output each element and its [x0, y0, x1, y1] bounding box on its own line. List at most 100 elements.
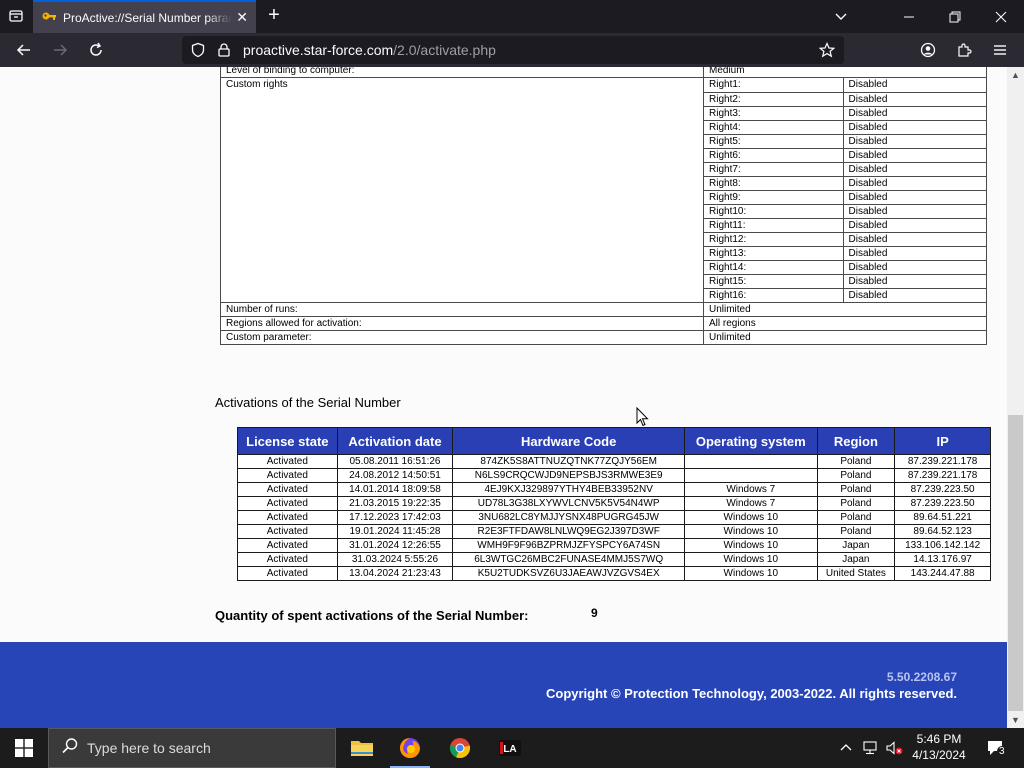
url-path: /2.0/activate.php [393, 42, 496, 58]
right-row: Right1: Disabled [704, 78, 986, 93]
svg-text:LA: LA [503, 744, 516, 755]
right-name: Right7: [704, 162, 844, 177]
table-cell: 87.239.221.178 [894, 454, 991, 469]
column-header: IP [894, 427, 991, 455]
table-row: Activated 17.12.2023 17:42:03 3NU682LC8YMJ… [237, 510, 991, 525]
firefox-icon[interactable] [386, 728, 434, 768]
table-cell: Activated [237, 454, 338, 469]
table-cell: Japan [816, 538, 896, 553]
bookmark-star-icon[interactable] [818, 42, 836, 58]
shield-icon[interactable] [190, 42, 206, 58]
table-cell: Activated [237, 482, 338, 497]
table-cell: Activated [237, 510, 338, 525]
table-cell: Poland [816, 454, 896, 469]
scroll-down-arrow-icon[interactable]: ▼ [1008, 713, 1023, 727]
table-cell: 4EJ9KXJ329897YTHY4BEB33952NV [452, 482, 686, 497]
lock-icon[interactable] [216, 42, 232, 58]
table-cell: Poland [816, 496, 896, 511]
activations-heading: Activations of the Serial Number [215, 395, 401, 410]
volume-muted-icon[interactable] [884, 728, 906, 768]
network-icon[interactable] [860, 728, 882, 768]
reload-icon[interactable] [84, 38, 108, 62]
table-cell [684, 454, 818, 469]
right-row: Right7: Disabled [704, 162, 986, 177]
table-cell: Activated [237, 524, 338, 539]
right-row: Right6: Disabled [704, 148, 986, 163]
table-cell: 87.239.221.178 [894, 468, 991, 483]
extensions-icon[interactable] [952, 38, 976, 62]
table-cell: 31.01.2024 12:26:55 [336, 538, 454, 553]
custom-parameter-value: Unlimited [703, 330, 987, 345]
right-name: Right1: [704, 78, 844, 93]
right-name: Right11: [704, 218, 844, 233]
right-value: Disabled [843, 260, 986, 275]
show-hidden-icons-chevron-icon[interactable] [836, 728, 856, 768]
file-explorer-icon[interactable] [338, 728, 386, 768]
right-row: Right12: Disabled [704, 232, 986, 247]
game-app-icon[interactable]: LA [486, 728, 534, 768]
notifications-icon[interactable]: 3 [978, 728, 1014, 768]
right-row: Right16: Disabled [704, 288, 986, 302]
right-value: Disabled [843, 106, 986, 121]
table-cell: 133.106.142.142 [894, 538, 991, 553]
quantity-value: 9 [591, 606, 598, 620]
table-row: Number of runs: Unlimited [220, 302, 987, 317]
runs-label: Number of runs: [220, 302, 704, 317]
right-value: Disabled [843, 190, 986, 205]
table-cell: Activated [237, 538, 338, 553]
table-cell: 21.03.2015 19:22:35 [336, 496, 454, 511]
scroll-up-arrow-icon[interactable]: ▲ [1008, 68, 1023, 82]
clock-date: 4/13/2024 [912, 748, 966, 762]
table-cell: Activated [237, 468, 338, 483]
address-bar[interactable]: proactive.star-force.com/2.0/activate.ph… [182, 36, 844, 64]
close-window-button[interactable] [978, 0, 1024, 33]
notification-count: 3 [997, 746, 1007, 757]
custom-rights-label: Custom rights [220, 77, 704, 303]
right-name: Right2: [704, 92, 844, 107]
url-domain: proactive.star-force.com [243, 42, 394, 58]
table-cell: 143.244.47.88 [894, 566, 991, 581]
close-tab-icon[interactable]: ✕ [236, 9, 248, 26]
browser-tab-active[interactable]: ProActive://Serial Number paran ✕ [33, 0, 256, 33]
new-tab-button[interactable]: + [262, 4, 286, 28]
chrome-icon[interactable] [436, 728, 484, 768]
table-row: Custom rights Right1: Disabled Right2: Disa… [220, 77, 987, 303]
back-arrow-icon[interactable] [12, 38, 36, 62]
right-name: Right8: [704, 176, 844, 191]
table-row: Activated 14.01.2014 18:09:58 4EJ9KXJ32989… [237, 482, 991, 497]
right-row: Right15: Disabled [704, 274, 986, 289]
table-cell: Poland [816, 482, 896, 497]
windows-taskbar: Type here to search LA 5:46 PM 4/13/2024… [0, 728, 1024, 768]
browser-tab-bar: ProActive://Serial Number paran ✕ + [0, 0, 1024, 33]
column-header: Operating system [684, 427, 818, 455]
tab-list-icon[interactable] [4, 4, 28, 28]
windows-start-icon[interactable] [0, 728, 48, 768]
list-all-tabs-icon[interactable] [818, 0, 864, 33]
table-cell: 6L3WTGC26MBC2FUNASE4MMJ5S7WQ [452, 552, 686, 567]
right-name: Right10: [704, 204, 844, 219]
regions-label: Regions allowed for activation: [220, 316, 704, 331]
menu-icon[interactable] [988, 38, 1012, 62]
minimize-window-button[interactable] [886, 0, 932, 33]
right-value: Disabled [843, 148, 986, 163]
table-cell: 3NU682LC8YMJJYSNX48PUGRG45JW [452, 510, 686, 525]
column-header: Activation date [336, 427, 454, 455]
taskbar-search-box[interactable]: Type here to search [48, 728, 336, 768]
right-row: Right9: Disabled [704, 190, 986, 205]
right-name: Right16: [704, 288, 844, 302]
url-text[interactable]: proactive.star-force.com/2.0/activate.ph… [243, 42, 496, 58]
scrollbar-thumb[interactable] [1008, 415, 1023, 711]
taskbar-clock[interactable]: 5:46 PM 4/13/2024 [906, 731, 972, 763]
right-row: Right13: Disabled [704, 246, 986, 261]
table-cell [684, 468, 818, 483]
browser-navigation-bar: proactive.star-force.com/2.0/activate.ph… [0, 33, 1024, 67]
table-cell: 19.01.2024 11:45:28 [336, 524, 454, 539]
custom-parameter-label: Custom parameter: [220, 330, 704, 345]
restore-window-button[interactable] [932, 0, 978, 33]
search-icon [61, 737, 79, 760]
account-icon[interactable] [916, 38, 940, 62]
key-icon [41, 10, 57, 26]
right-value: Disabled [843, 218, 986, 233]
right-row: Right5: Disabled [704, 134, 986, 149]
forward-arrow-icon[interactable] [48, 38, 72, 62]
